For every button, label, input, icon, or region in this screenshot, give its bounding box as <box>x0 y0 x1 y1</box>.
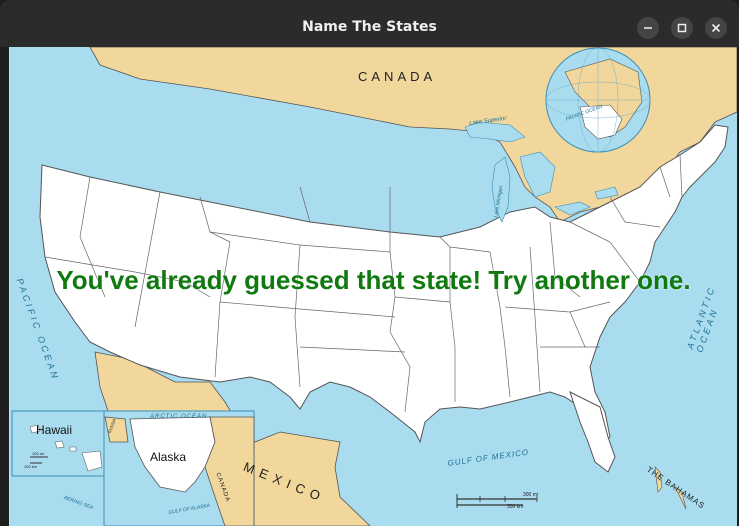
scale-km-label: 300 km <box>507 504 524 510</box>
hawaii-scale-mi-label: 100 mi <box>32 451 45 456</box>
minimize-button[interactable] <box>637 17 659 39</box>
window-titlebar: Name The States <box>0 0 739 47</box>
close-icon <box>711 23 721 33</box>
minimize-icon <box>644 27 652 29</box>
hawaii-scale-km-label: 100 km <box>24 464 38 469</box>
scale-mi-label: 300 mi <box>523 492 539 498</box>
arctic-ocean-label: ARCTIC OCEAN <box>150 414 208 420</box>
alaska-label: Alaska <box>150 450 187 464</box>
game-message: You've already guessed that state! Try a… <box>56 265 691 295</box>
close-button[interactable] <box>705 17 727 39</box>
window-title: Name The States <box>302 19 437 35</box>
canada-label: CANADA <box>358 69 437 84</box>
map-canvas[interactable]: CANADA MEXICO GULF OF MEXICO ATLANTIC OC… <box>9 47 737 526</box>
maximize-button[interactable] <box>671 17 693 39</box>
hawaii-label: Hawaii <box>36 423 73 437</box>
maximize-icon <box>677 23 687 33</box>
